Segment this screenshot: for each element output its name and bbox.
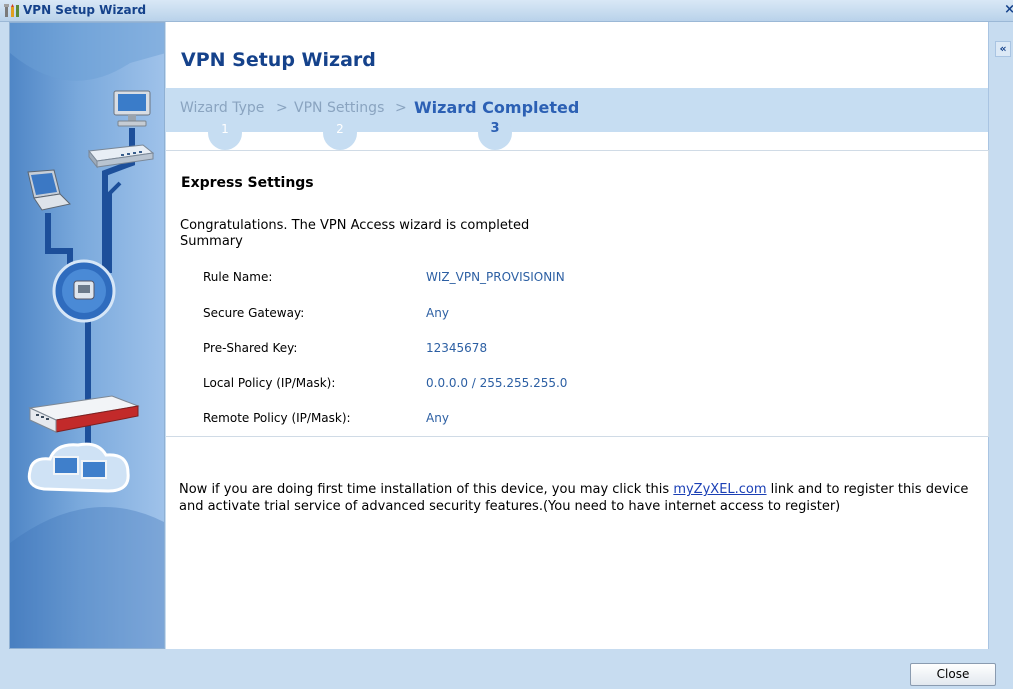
- close-button[interactable]: Close: [910, 663, 996, 686]
- laptop-icon: [20, 168, 72, 218]
- remote-policy-value: Any: [426, 411, 449, 425]
- local-policy-label: Local Policy (IP/Mask):: [203, 376, 336, 390]
- window-titlebar: VPN Setup Wizard ×: [0, 0, 1013, 22]
- congratulations-text: Congratulations. The VPN Access wizard i…: [180, 218, 530, 233]
- pre-shared-key-label: Pre-Shared Key:: [203, 341, 298, 355]
- step-number-2: 2: [323, 116, 357, 150]
- secure-gateway-value: Any: [426, 306, 449, 320]
- step-separator: >: [395, 100, 407, 116]
- remote-policy-label: Remote Policy (IP/Mask):: [203, 411, 351, 425]
- step-separator: >: [276, 100, 288, 116]
- myzyxel-link[interactable]: myZyXEL.com: [673, 482, 766, 497]
- wizard-stepbar: Wizard Type > VPN Settings > Wizard Comp…: [166, 88, 988, 150]
- wizard-tools-icon: [3, 3, 21, 19]
- vpn-globe-icon: [50, 257, 118, 329]
- window-title: VPN Setup Wizard: [23, 3, 147, 17]
- collapse-panel-button[interactable]: «: [995, 41, 1011, 57]
- step-wizard-completed: Wizard Completed: [414, 98, 580, 117]
- cloud-computers-icon: [24, 437, 134, 503]
- pre-shared-key-value: 12345678: [426, 341, 488, 355]
- registration-note-text: Now if you are doing first time installa…: [179, 482, 674, 497]
- summary-label: Summary: [180, 234, 243, 249]
- step-vpn-settings: VPN Settings: [294, 100, 385, 116]
- step-wizard-type: Wizard Type: [180, 100, 265, 116]
- wizard-heading: VPN Setup Wizard: [181, 49, 376, 71]
- rule-name-label: Rule Name:: [203, 270, 273, 284]
- rule-name-value: WIZ_VPN_PROVISIONIN: [426, 270, 565, 284]
- firewall-device-icon: [24, 390, 142, 440]
- wizard-panel: VPN Setup Wizard Wizard Type > VPN Setti…: [166, 22, 989, 649]
- desktop-computer-icon: [110, 89, 154, 133]
- step-number-1: 1: [208, 116, 242, 150]
- network-switch-icon: [83, 141, 155, 175]
- registration-note: Now if you are doing first time installa…: [179, 481, 984, 515]
- close-window-icon[interactable]: ×: [1004, 2, 1013, 17]
- express-settings-heading: Express Settings: [181, 175, 314, 191]
- secure-gateway-label: Secure Gateway:: [203, 306, 305, 320]
- step-number-3: 3: [478, 116, 512, 150]
- express-settings-box: [166, 150, 989, 437]
- local-policy-value: 0.0.0.0 / 255.255.255.0: [426, 376, 568, 390]
